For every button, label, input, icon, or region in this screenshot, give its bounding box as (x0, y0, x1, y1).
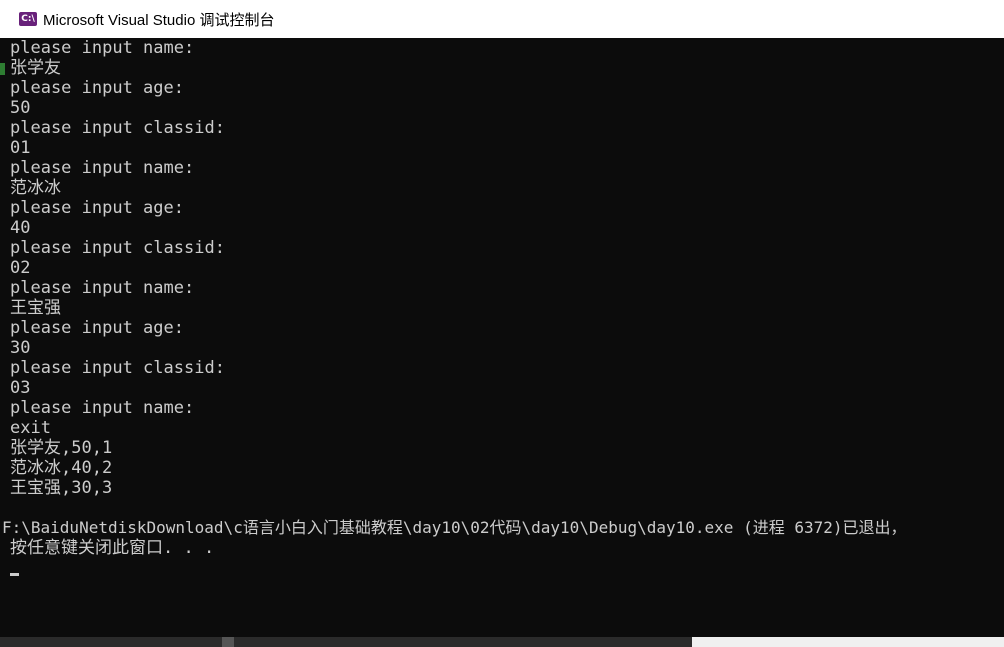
console-line: 03 (10, 378, 31, 398)
console-line: 范冰冰,40,2 (10, 458, 113, 478)
console-line: 40 (10, 218, 31, 238)
exit-message-line: F:\BaiduNetdiskDownload\c语言小白入门基础教程\day1… (2, 518, 907, 537)
press-key-prompt: 按任意键关闭此窗口. . . (10, 538, 215, 558)
console-window: C:\ Microsoft Visual Studio 调试控制台 please… (0, 0, 1004, 637)
console-line: exit (10, 418, 51, 438)
console-line: please input classid: (10, 358, 225, 378)
console-line: please input classid: (10, 118, 225, 138)
scroll-thumb[interactable] (222, 637, 234, 647)
console-line: 01 (10, 138, 31, 158)
console-line: 王宝强,30,3 (10, 478, 113, 498)
console-line: please input name: (10, 278, 195, 298)
console-line: please input age: (10, 78, 184, 98)
background-panel (692, 637, 1004, 647)
left-edge-marker (0, 63, 5, 75)
console-line: please input name: (10, 398, 195, 418)
console-line: 30 (10, 338, 31, 358)
console-line: please input name: (10, 158, 195, 178)
console-line: 张学友,50,1 (10, 438, 113, 458)
console-line: 张学友 (10, 58, 61, 78)
console-line: 02 (10, 258, 31, 278)
visual-studio-icon: C:\ (19, 12, 37, 26)
console-line: please input age: (10, 198, 184, 218)
console-output[interactable]: please input name: 张学友 please input age:… (0, 38, 1004, 637)
console-line: 50 (10, 98, 31, 118)
console-line: 范冰冰 (10, 178, 61, 198)
console-line: please input classid: (10, 238, 225, 258)
title-bar[interactable]: C:\ Microsoft Visual Studio 调试控制台 (0, 0, 1004, 38)
window-title: Microsoft Visual Studio 调试控制台 (43, 11, 275, 29)
console-line: 王宝强 (10, 298, 61, 318)
console-line: please input name: (10, 38, 195, 58)
text-cursor (10, 573, 19, 576)
console-line: please input age: (10, 318, 184, 338)
